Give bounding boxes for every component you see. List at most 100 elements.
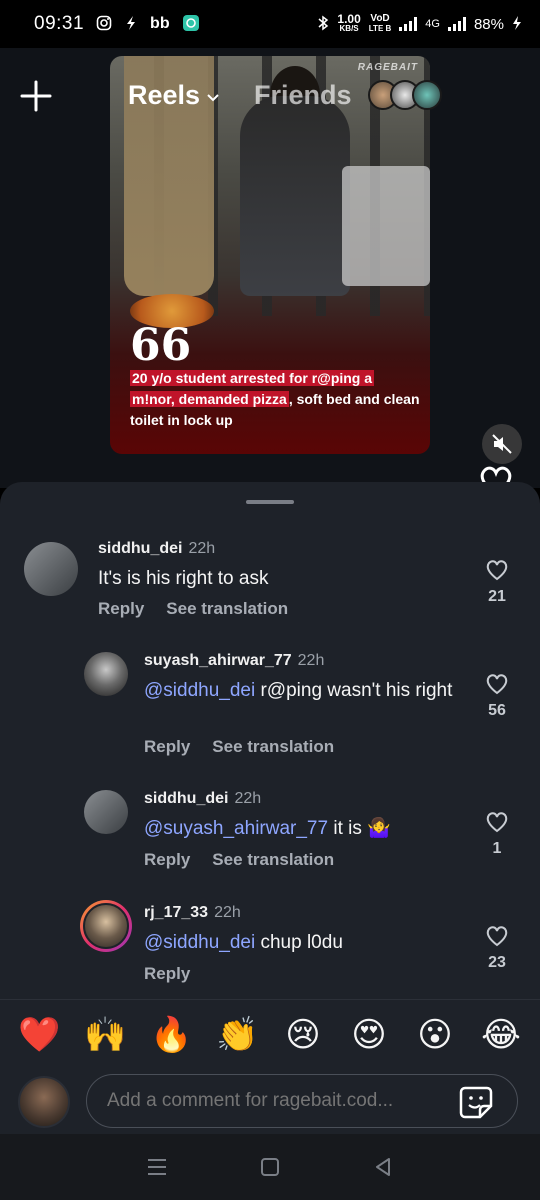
comment-body: It's is his right to ask xyxy=(98,568,269,589)
bb-app-icon: bb xyxy=(150,15,170,32)
emoji-fire[interactable]: 🔥 xyxy=(150,1014,192,1056)
comment-username[interactable]: siddhu_dei 22h xyxy=(144,790,261,808)
signal-icon-2 xyxy=(447,17,466,31)
see-translation-button[interactable]: See translation xyxy=(212,737,334,757)
heart-icon[interactable] xyxy=(484,558,510,582)
emoji-crying[interactable]: 😢 xyxy=(282,1014,324,1056)
emoji-surprised[interactable]: 😮 xyxy=(414,1014,456,1056)
sticker-icon[interactable] xyxy=(458,1084,494,1120)
mention-link[interactable]: @siddhu_dei xyxy=(144,680,255,701)
like-control: 21 xyxy=(482,558,512,606)
reply-button[interactable]: Reply xyxy=(98,599,144,619)
heart-icon[interactable] xyxy=(484,672,510,696)
comments-sheet: siddhu_dei 22h It's is his right to ask R… xyxy=(0,482,540,1200)
reply-button[interactable]: Reply xyxy=(144,964,190,984)
tab-friends[interactable]: Friends xyxy=(254,80,352,111)
comment-text: @siddhu_dei r@ping wasn't his right xyxy=(144,678,464,703)
charging-icon xyxy=(512,15,522,34)
tab-reels[interactable]: Reels xyxy=(128,80,220,111)
reply-button[interactable]: Reply xyxy=(144,737,190,757)
divider xyxy=(0,999,540,1000)
emoji-clap[interactable]: 👏 xyxy=(216,1014,258,1056)
sheet-drag-handle[interactable] xyxy=(246,500,294,504)
comment-body: r@ping wasn't his right xyxy=(255,680,453,701)
comment-actions: Reply xyxy=(144,964,190,984)
battery-level: 88% xyxy=(473,15,504,33)
quote-mark: 66 xyxy=(130,320,192,371)
like-control: 1 xyxy=(482,810,512,858)
flash-icon xyxy=(124,15,138,34)
status-bar: 09:31 bb 1.00 KB/S VoD LTE B 4G 88% xyxy=(0,0,540,48)
username[interactable]: suyash_ahirwar_77 xyxy=(144,652,292,669)
mention-link[interactable]: @siddhu_dei xyxy=(144,932,255,953)
reel-caption: 20 y/o student arrested for r@ping a m!n… xyxy=(130,368,420,431)
speed-unit: KB/S xyxy=(339,24,359,33)
see-translation-button[interactable]: See translation xyxy=(166,599,288,619)
emoji-laughing[interactable]: 😂 xyxy=(480,1014,522,1056)
comment-username[interactable]: siddhu_dei 22h xyxy=(98,540,215,558)
friend-avatar xyxy=(412,80,442,110)
comment-time: 22h xyxy=(297,652,325,669)
comment-actions: Reply See translation xyxy=(144,850,334,870)
like-control: 56 xyxy=(482,672,512,720)
chevron-down-icon xyxy=(206,90,220,106)
home-button[interactable] xyxy=(256,1153,284,1181)
username[interactable]: siddhu_dei xyxy=(144,790,228,807)
avatar[interactable] xyxy=(84,652,128,696)
emoji-heart[interactable]: ❤️ xyxy=(18,1014,60,1056)
like-count: 1 xyxy=(492,840,502,857)
caption-highlight-1: 20 y/o student arrested for r@ping a xyxy=(130,370,375,386)
mention-link[interactable]: @suyash_ahirwar_77 xyxy=(144,818,328,839)
story-ring-avatar[interactable] xyxy=(80,900,132,952)
speaker-muted-icon xyxy=(492,434,512,454)
back-button[interactable] xyxy=(369,1153,397,1181)
person-figure xyxy=(240,96,350,296)
network-speed: 1.00 KB/S xyxy=(337,12,361,34)
instagram-icon xyxy=(96,15,112,34)
username[interactable]: siddhu_dei xyxy=(98,540,182,557)
comment-actions: Reply See translation xyxy=(144,737,334,757)
app-notification-icon xyxy=(182,14,200,35)
comment-body: chup l0du xyxy=(255,932,343,953)
comment-username[interactable]: suyash_ahirwar_77 22h xyxy=(144,652,324,670)
like-count: 21 xyxy=(488,588,506,605)
heart-icon[interactable] xyxy=(484,810,510,834)
like-count: 23 xyxy=(488,954,506,971)
comment-username[interactable]: rj_17_33 22h xyxy=(144,904,241,922)
comment-text: @suyash_ahirwar_77 it is 🤷‍♀️ xyxy=(144,816,464,841)
emoji-reaction-bar: ❤️ 🙌 🔥 👏 😢 😍 😮 😂 xyxy=(0,1014,540,1056)
comment-text: It's is his right to ask xyxy=(98,566,458,591)
reply-button[interactable]: Reply xyxy=(144,850,190,870)
my-avatar xyxy=(18,1076,70,1128)
bed-image xyxy=(342,166,430,286)
comment-text: @siddhu_dei chup l0du xyxy=(144,930,464,955)
avatar[interactable] xyxy=(24,542,78,596)
reel-header: Reels Friends xyxy=(0,72,540,122)
avatar[interactable] xyxy=(84,790,128,834)
comment-actions: Reply See translation xyxy=(98,599,288,619)
comment-time: 22h xyxy=(188,540,216,557)
speed-value: 1.00 xyxy=(337,12,361,26)
mute-button[interactable] xyxy=(482,424,522,464)
volte-top: VoD xyxy=(370,13,390,24)
recent-apps-button[interactable] xyxy=(143,1153,171,1181)
network-type: 4G xyxy=(425,18,440,30)
comment-composer xyxy=(0,1072,540,1134)
see-translation-button[interactable]: See translation xyxy=(212,850,334,870)
username[interactable]: rj_17_33 xyxy=(144,904,208,921)
plus-icon[interactable] xyxy=(18,78,54,114)
status-time: 09:31 xyxy=(34,13,85,34)
friend-avatars[interactable] xyxy=(368,80,442,110)
like-control: 23 xyxy=(482,924,512,972)
tab-reels-label: Reels xyxy=(128,80,201,110)
comment-input[interactable] xyxy=(86,1074,518,1128)
comment-time: 22h xyxy=(214,904,241,921)
heart-icon[interactable] xyxy=(484,924,510,948)
volte-bottom: LTE B xyxy=(368,24,392,33)
emoji-heart-eyes[interactable]: 😍 xyxy=(348,1014,390,1056)
signal-icon xyxy=(399,17,418,31)
avatar xyxy=(83,903,129,949)
emoji-raised-hands[interactable]: 🙌 xyxy=(84,1014,126,1056)
volte-indicator: VoD LTE B xyxy=(369,14,392,34)
comment-time: 22h xyxy=(234,790,262,807)
